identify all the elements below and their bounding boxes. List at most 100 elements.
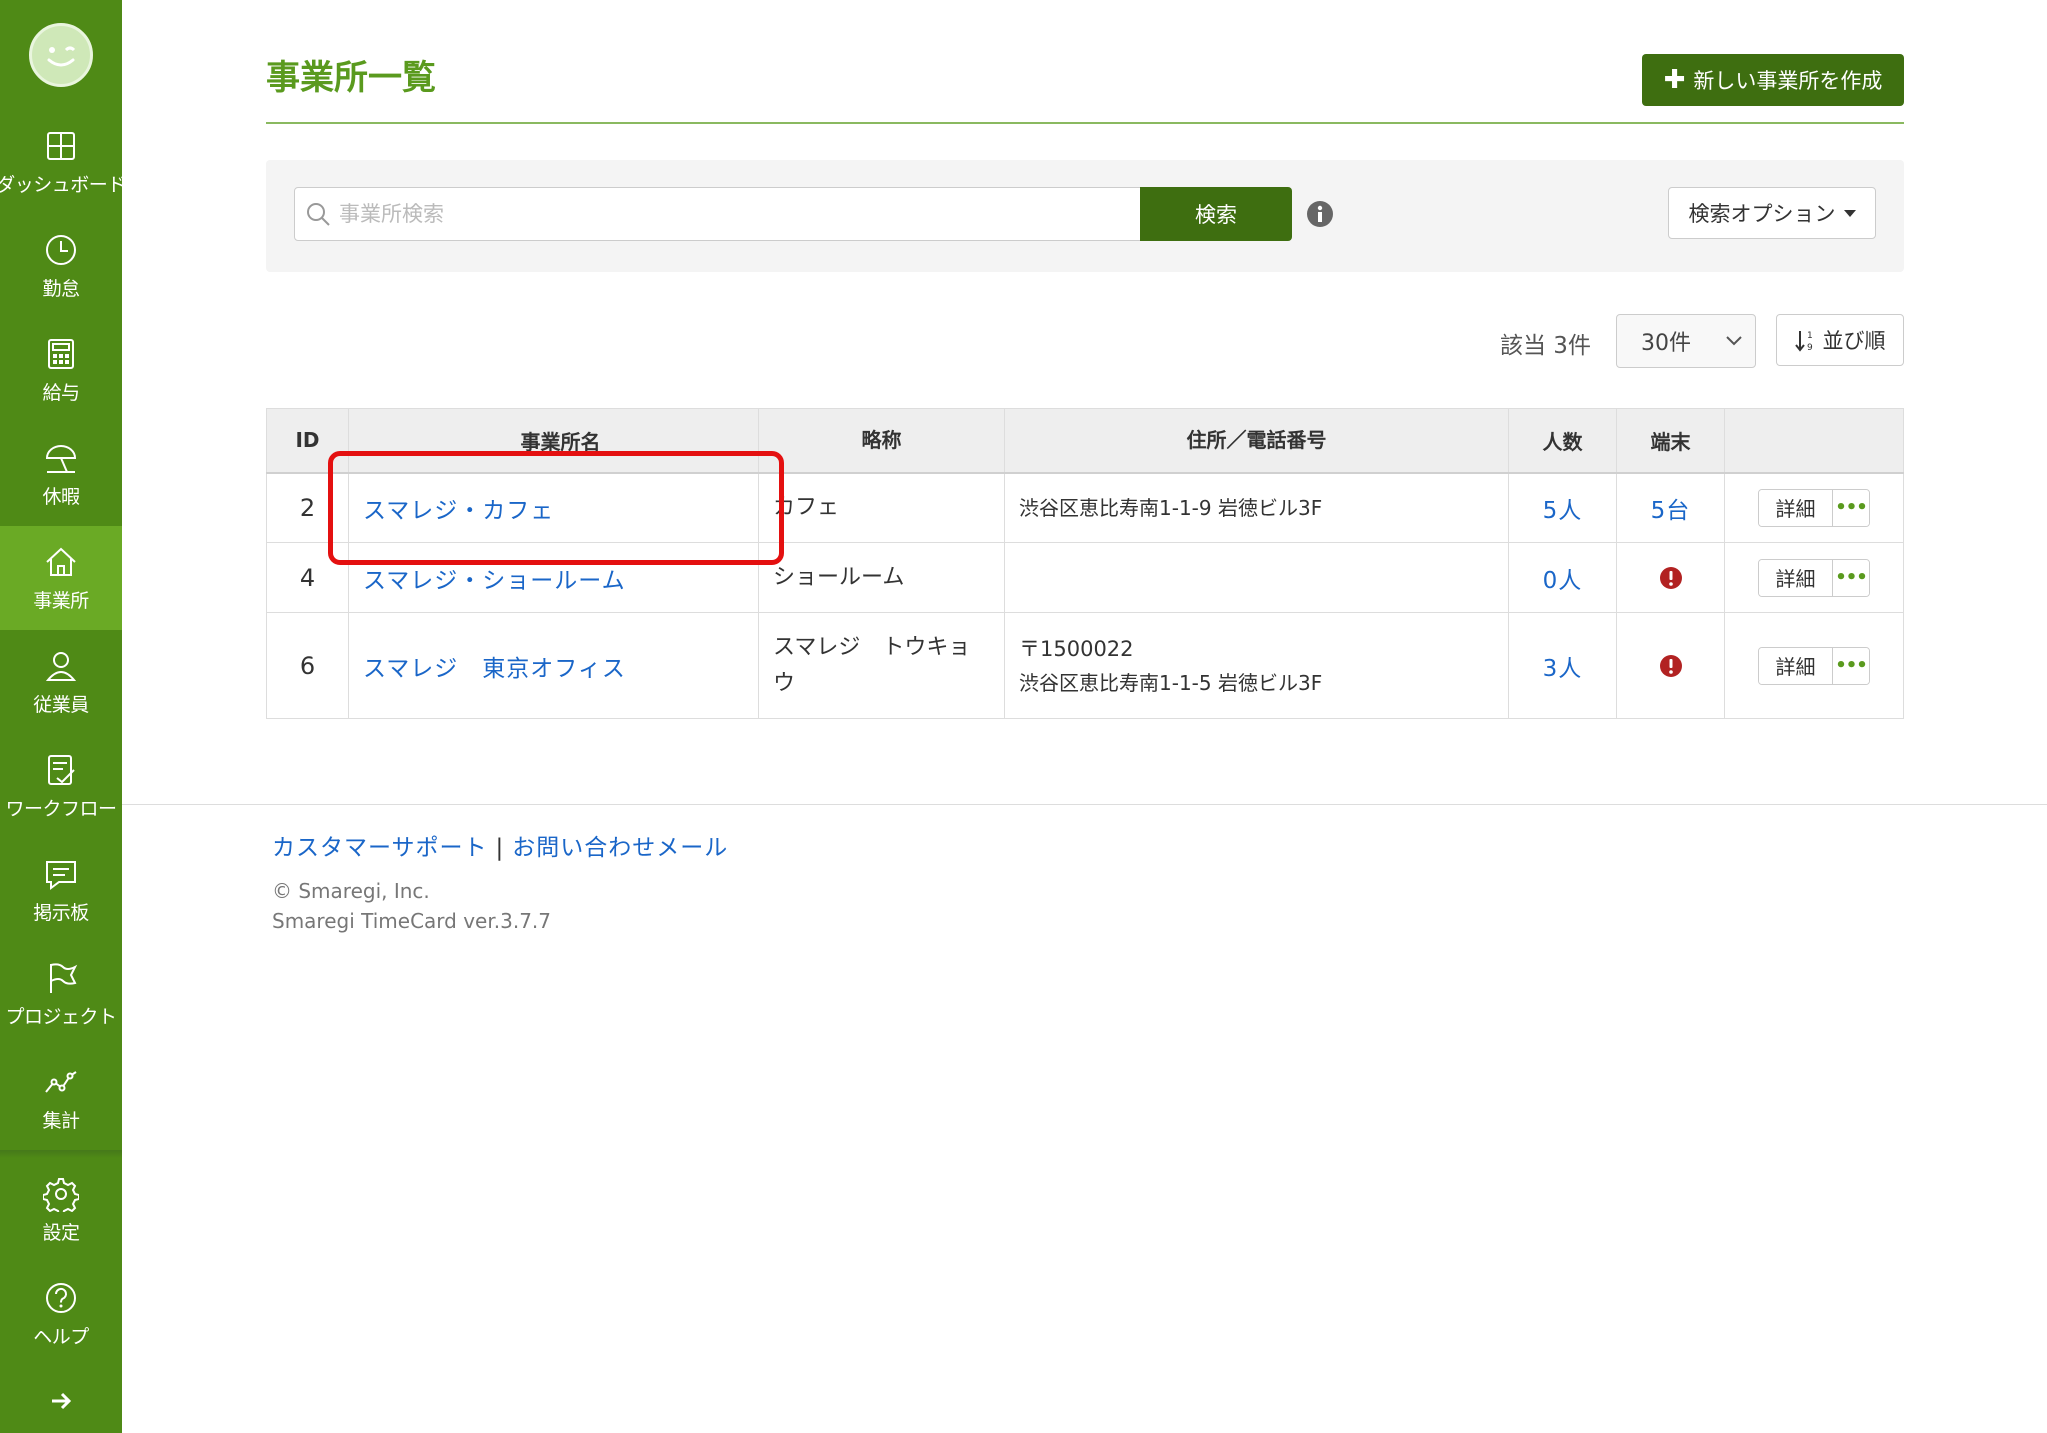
cell-name: スマレジ 東京オフィス xyxy=(348,612,759,719)
address-line: 渋谷区恵比寿南1-1-5 岩徳ビル3F xyxy=(1019,670,1323,695)
cell-terminal xyxy=(1616,542,1725,613)
app-logo[interactable] xyxy=(29,23,93,87)
search-button[interactable]: 検索 xyxy=(1140,187,1292,241)
sidebar-divider xyxy=(0,1150,122,1158)
logo-wrap xyxy=(0,0,122,110)
help-icon xyxy=(46,1282,76,1313)
header-terminal: 端末 xyxy=(1616,408,1725,474)
sidebar-item-employees[interactable]: 従業員 xyxy=(0,630,122,734)
checklist-icon xyxy=(48,754,75,785)
flag-icon xyxy=(50,962,78,993)
more-icon[interactable]: ••• xyxy=(1833,647,1869,684)
caret-down-icon xyxy=(1843,209,1856,217)
plus-icon: ✚ xyxy=(1663,65,1686,95)
cell-id: 4 xyxy=(266,542,349,613)
sidebar-item-board[interactable]: 掲示板 xyxy=(0,838,122,942)
sidebar: ダッシュボード 勤怠 給与 休暇 事業所 従業員 ワークフロー 掲示板 プロジェ… xyxy=(0,0,126,1433)
cell-id: 6 xyxy=(266,612,349,719)
detail-button[interactable]: 詳細 xyxy=(1759,559,1833,596)
header-actions xyxy=(1724,408,1904,474)
sidebar-item-label: プロジェクト xyxy=(5,1005,117,1028)
create-office-button[interactable]: ✚ 新しい事業所を作成 xyxy=(1642,54,1904,106)
table-row: 4 スマレジ・ショールーム ショールーム 0人 詳細 ••• xyxy=(266,542,1904,613)
sidebar-item-attendance[interactable]: 勤怠 xyxy=(0,214,122,318)
table-header-row: ID 事業所名 略称 住所／電話番号 人数 端末 xyxy=(266,408,1904,474)
sidebar-item-payroll[interactable]: 給与 xyxy=(0,318,122,422)
per-page-value: 30件 xyxy=(1641,331,1691,356)
offices-table: ID 事業所名 略称 住所／電話番号 人数 端末 2 スマレジ・カフェ カフェ … xyxy=(266,408,1904,719)
calculator-icon xyxy=(48,338,74,369)
more-icon[interactable]: ••• xyxy=(1833,489,1869,526)
svg-text:9: 9 xyxy=(1807,343,1813,352)
sidebar-item-dashboard[interactable]: ダッシュボード xyxy=(0,110,126,214)
umbrella-icon xyxy=(45,444,77,473)
message-icon xyxy=(46,860,76,890)
sidebar-item-vacation[interactable]: 休暇 xyxy=(0,422,122,526)
table-row: 6 スマレジ 東京オフィス スマレジ トウキョウ 〒1500022 渋谷区恵比寿… xyxy=(266,612,1904,719)
alert-icon xyxy=(1659,567,1682,589)
address-line: 渋谷区恵比寿南1-1-9 岩徳ビル3F xyxy=(1019,495,1323,520)
sidebar-item-label: 給与 xyxy=(42,381,80,404)
result-count: 該当 3件 xyxy=(1500,333,1591,359)
cell-abbr: ショールーム xyxy=(758,542,1005,613)
sidebar-item-label: ヘルプ xyxy=(33,1325,89,1348)
sidebar-item-label: 掲示板 xyxy=(33,901,89,924)
copyright-text: © Smaregi, Inc. xyxy=(272,879,430,903)
office-name-link[interactable]: スマレジ・カフェ xyxy=(363,498,554,524)
sidebar-item-reports[interactable]: 集計 xyxy=(0,1046,122,1150)
people-link[interactable]: 5人 xyxy=(1543,498,1583,524)
office-name-link[interactable]: スマレジ・ショールーム xyxy=(363,568,626,594)
search-icon xyxy=(307,203,330,226)
sidebar-item-label: 従業員 xyxy=(33,693,89,716)
postal-code: 〒1500022 xyxy=(1019,636,1134,661)
header-abbr[interactable]: 略称 xyxy=(758,408,1005,474)
arrow-right-icon xyxy=(52,1392,72,1410)
terminal-link[interactable]: 5台 xyxy=(1651,498,1691,524)
sidebar-item-label: 事業所 xyxy=(33,589,89,612)
header-id[interactable]: ID xyxy=(266,408,349,474)
office-name-link[interactable]: スマレジ 東京オフィス xyxy=(363,656,626,682)
people-link[interactable]: 0人 xyxy=(1543,568,1583,594)
footer-divider xyxy=(122,804,2047,805)
sort-numeric-icon: 19 xyxy=(1794,331,1813,352)
smile-icon xyxy=(47,46,76,67)
customer-support-link[interactable]: カスタマーサポート xyxy=(272,835,488,861)
version-text: Smaregi TimeCard ver.3.7.7 xyxy=(272,909,551,933)
sidebar-item-offices[interactable]: 事業所 xyxy=(0,526,122,630)
search-options-dropdown[interactable]: 検索オプション xyxy=(1668,187,1876,239)
sidebar-item-projects[interactable]: プロジェクト xyxy=(0,942,122,1046)
more-icon[interactable]: ••• xyxy=(1833,559,1869,596)
copyright-block: © Smaregi, Inc. Smaregi TimeCard ver.3.7… xyxy=(272,876,728,936)
cell-address xyxy=(1004,542,1509,613)
table-row: 2 スマレジ・カフェ カフェ 渋谷区恵比寿南1-1-9 岩徳ビル3F 5人 5台… xyxy=(266,472,1904,543)
cell-actions: 詳細 ••• xyxy=(1724,472,1904,543)
sort-label: 並び順 xyxy=(1822,329,1886,353)
sidebar-expand-button[interactable] xyxy=(0,1366,122,1433)
detail-button[interactable]: 詳細 xyxy=(1759,647,1833,684)
title-divider xyxy=(266,122,1904,124)
sidebar-item-label: 設定 xyxy=(42,1221,80,1244)
detail-button[interactable]: 詳細 xyxy=(1759,489,1833,526)
cell-name: スマレジ・カフェ xyxy=(348,472,759,543)
search-panel: 検索 検索オプション xyxy=(266,160,1904,272)
people-link[interactable]: 3人 xyxy=(1543,656,1583,682)
cell-terminal: 5台 xyxy=(1616,472,1725,543)
cell-actions: 詳細 ••• xyxy=(1724,612,1904,719)
cell-address: 渋谷区恵比寿南1-1-9 岩徳ビル3F xyxy=(1004,472,1509,543)
per-page-select[interactable]: 30件 xyxy=(1616,314,1756,368)
search-input[interactable] xyxy=(339,202,1119,226)
search-box xyxy=(294,187,1170,241)
sidebar-item-settings[interactable]: 設定 xyxy=(0,1158,122,1262)
sidebar-item-workflow[interactable]: ワークフロー xyxy=(0,734,122,838)
sidebar-item-help[interactable]: ヘルプ xyxy=(0,1262,122,1366)
alert-icon xyxy=(1659,655,1682,677)
create-office-label: 新しい事業所を作成 xyxy=(1693,69,1883,93)
row-action-group: 詳細 ••• xyxy=(1758,646,1870,685)
contact-mail-link[interactable]: お問い合わせメール xyxy=(512,835,728,861)
cell-id: 2 xyxy=(266,472,349,543)
info-icon[interactable] xyxy=(1306,200,1334,228)
page-title: 事業所一覧 xyxy=(266,58,436,98)
header-name[interactable]: 事業所名 xyxy=(348,408,759,474)
row-action-group: 詳細 ••• xyxy=(1758,488,1870,527)
sort-button[interactable]: 19 並び順 xyxy=(1776,314,1904,366)
